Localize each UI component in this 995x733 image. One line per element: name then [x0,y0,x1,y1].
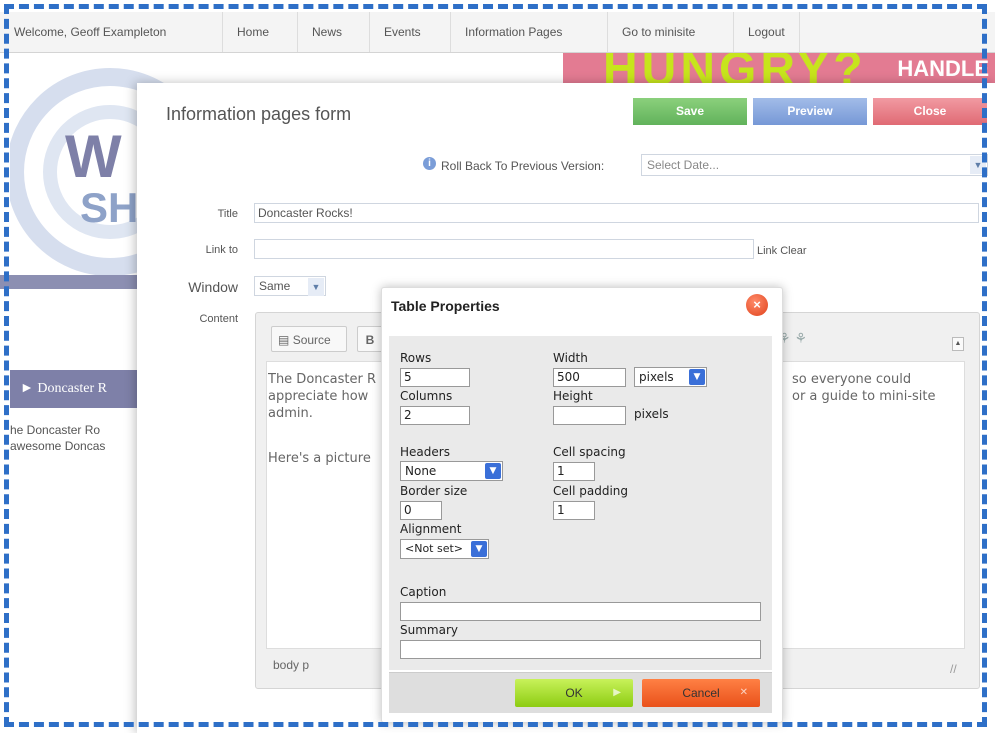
ok-button[interactable]: OK ▶ [515,679,633,707]
border-size-label: Border size [400,484,468,498]
link-to-input[interactable] [254,239,754,259]
width-unit-value: pixels [639,370,674,384]
element-path: body p [273,658,310,672]
width-unit-select[interactable]: pixels ▼ [634,367,707,387]
cancel-button-label: Cancel [682,686,720,700]
cell-spacing-label: Cell spacing [553,445,626,459]
editor-paragraph-left: The Doncaster R appreciate how admin. [268,371,383,422]
editor-paragraph-right: so everyone could or a guide to mini-sit… [792,371,962,405]
columns-label: Columns [400,389,453,403]
bg-stripe [0,275,140,289]
title-input[interactable]: Doncaster Rocks! [254,203,979,223]
rollback-label: Roll Back To Previous Version: [441,159,605,173]
nav-events[interactable]: Events [369,12,435,52]
window-select-value: Same [259,279,291,293]
close-button[interactable]: Close [873,98,987,125]
info-icon: i [423,157,436,170]
ok-button-label: OK [565,686,583,700]
page-title: Information pages form [166,104,352,124]
logo-letter-w: W [65,123,122,190]
height-label: Height [553,389,593,403]
bold-button[interactable]: B [357,326,383,352]
columns-input[interactable]: 2 [400,406,470,425]
window-label: Window [188,279,238,295]
source-button[interactable]: ▤ Source [271,326,347,352]
chevron-down-icon: ▼ [689,369,705,385]
link-clear-button[interactable]: Link Clear [757,245,807,257]
nav-go-to-minisite[interactable]: Go to minisite [607,12,709,52]
cell-spacing-input[interactable]: 1 [553,462,595,481]
cell-padding-input[interactable]: 1 [553,501,595,520]
headers-select[interactable]: None ▼ [400,461,503,481]
top-nav: Welcome, Geoff Exampleton Home News Even… [0,12,995,53]
rows-input[interactable]: 5 [400,368,470,387]
chevron-down-icon: ▼ [308,278,324,296]
preview-button[interactable]: Preview [753,98,867,125]
editor-text-line: or a guide to mini-site [792,389,936,404]
height-input[interactable] [553,406,626,425]
bg-side-text-line: awesome Doncas [10,439,106,453]
welcome-text: Welcome, Geoff Exampleton [14,25,167,39]
summary-input[interactable] [400,640,761,659]
close-icon: ✕ [739,687,748,698]
summary-label: Summary [400,623,458,637]
bg-side-item: ► Doncaster R [10,370,138,408]
save-button[interactable]: Save [633,98,747,125]
close-icon[interactable]: × [746,294,768,316]
alignment-select[interactable]: <Not set> ▼ [400,539,489,559]
banner-text-right: HANDLE [897,56,989,81]
editor-text-line: so everyone could [792,372,912,387]
content-label: Content [199,313,238,325]
cancel-button[interactable]: Cancel ✕ [642,679,760,707]
border-size-input[interactable]: 0 [400,501,442,520]
source-button-label: Source [292,333,331,347]
width-label: Width [553,351,588,365]
alignment-value: <Not set> [405,542,464,555]
nav-news[interactable]: News [297,12,356,52]
rows-label: Rows [400,351,432,365]
dialog-title: Table Properties [391,298,500,314]
link-to-label: Link to [205,244,238,256]
chevron-down-icon: ▼ [471,541,487,557]
source-icon: ▤ [278,333,290,347]
logo-letters-sh: SH [80,184,138,231]
headers-label: Headers [400,445,450,459]
play-icon: ▶ [613,687,621,698]
editor-text-line: appreciate how [268,389,369,404]
alignment-label: Alignment [400,522,462,536]
chevron-down-icon: ▼ [970,156,986,174]
editor-text-line: admin. [268,406,313,421]
chevron-down-icon: ▼ [485,463,501,479]
nav-information-pages[interactable]: Information Pages [450,12,576,52]
width-input[interactable]: 500 [553,368,626,387]
bg-side-text-line: he Doncaster Ro [10,423,101,437]
cell-padding-label: Cell padding [553,484,629,498]
rollback-date-select[interactable]: Select Date... ▼ [641,154,988,176]
bg-side-text: he Doncaster Ro awesome Doncas [10,422,138,454]
editor-paragraph-2: Here's a picture [268,451,371,466]
caption-label: Caption [400,585,447,599]
nav-logout[interactable]: Logout [733,12,800,52]
editor-text-line: The Doncaster R [268,372,377,387]
headers-value: None [405,464,437,478]
rollback-select-value: Select Date... [647,158,720,172]
window-select[interactable]: Same ▼ [254,276,326,296]
toolbar-collapse-icon[interactable]: ▲ [952,337,964,351]
nav-home[interactable]: Home [222,12,283,52]
title-label: Title [217,208,238,220]
bg-side-item-label: Doncaster R [37,381,107,396]
caption-input[interactable] [400,602,761,621]
resize-grip-icon[interactable]: // [950,662,957,676]
height-unit: pixels [634,407,669,421]
